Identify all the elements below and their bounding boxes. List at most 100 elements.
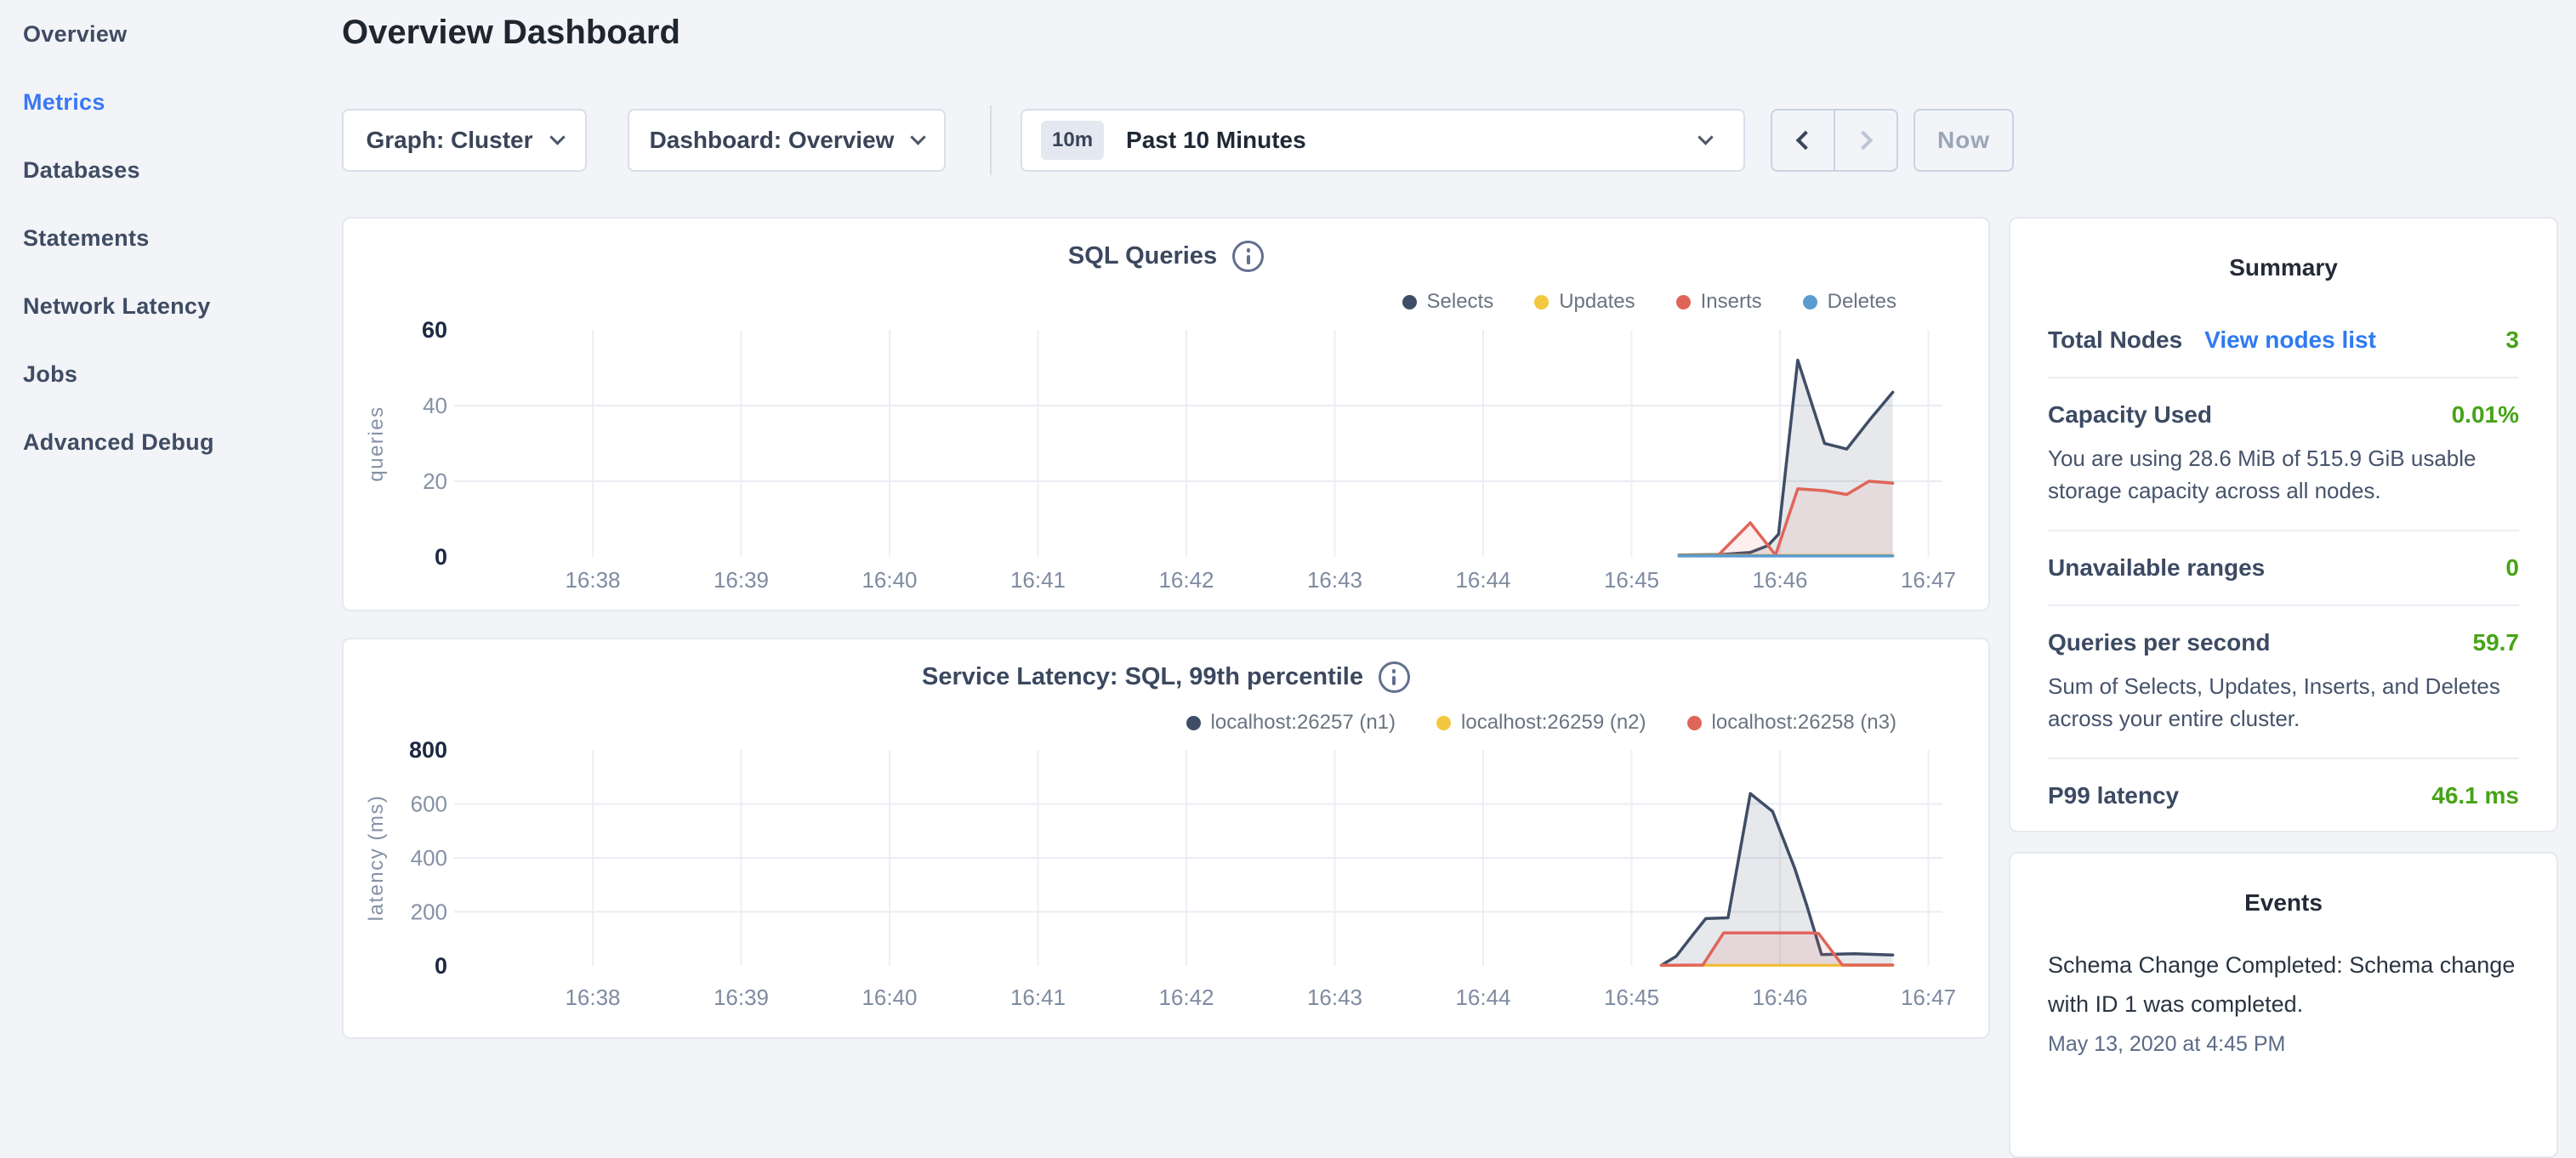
x-axis-tick-label: 16:41	[1010, 567, 1066, 593]
time-range-label: Past 10 Minutes	[1126, 127, 1306, 154]
service-latency-chart-card: Service Latency: SQL, 99th percentile lo…	[342, 638, 1990, 1039]
legend-dot-icon	[1436, 716, 1451, 730]
legend-label: Updates	[1559, 290, 1635, 314]
graph-source-dropdown[interactable]: Graph: Cluster	[342, 109, 587, 172]
legend-label: localhost:26259 (n2)	[1461, 711, 1646, 735]
info-icon[interactable]	[1379, 661, 1410, 693]
summary-description: Sum of Selects, Updates, Inserts, and De…	[2048, 670, 2519, 735]
y-axis-tick-label: 600	[411, 792, 447, 817]
x-axis-tick-label: 16:46	[1752, 567, 1807, 593]
time-step-buttons	[1771, 109, 1898, 172]
legend-item[interactable]: localhost:26257 (n1)	[1186, 711, 1396, 735]
service-latency-plot[interactable]: 16:3816:3916:4016:4116:4216:4316:4416:45…	[344, 740, 1988, 1037]
legend-item[interactable]: localhost:26259 (n2)	[1436, 711, 1646, 735]
y-axis-tick-label: 400	[411, 845, 447, 871]
summary-panel-body: Total Nodes View nodes list 3 Capacity U…	[2010, 304, 2556, 832]
y-axis-tick-label: 20	[423, 468, 447, 494]
time-step-back-button[interactable]	[1772, 111, 1835, 170]
time-range-dropdown[interactable]: 10m Past 10 Minutes	[1021, 109, 1745, 172]
sidebar-item-overview[interactable]: Overview	[0, 0, 336, 68]
info-icon[interactable]	[1232, 241, 1264, 272]
x-axis-tick-label: 16:41	[1010, 985, 1066, 1010]
legend-item[interactable]: Inserts	[1676, 290, 1762, 314]
y-axis-label: latency (ms)	[365, 795, 388, 922]
x-axis-tick-label: 16:42	[1158, 985, 1214, 1010]
y-axis-tick-label: 60	[422, 319, 447, 343]
x-axis-tick-label: 16:38	[565, 567, 620, 593]
summary-label: Queries per second	[2048, 629, 2270, 656]
summary-label: Capacity Used	[2048, 401, 2212, 429]
sidebar-item-network-latency[interactable]: Network Latency	[0, 272, 336, 340]
sidebar-item-jobs[interactable]: Jobs	[0, 340, 336, 408]
chart-title-row: Service Latency: SQL, 99th percentile	[344, 661, 1988, 693]
legend-label: localhost:26258 (n3)	[1712, 711, 1896, 735]
dashboard-dropdown-label: Dashboard: Overview	[650, 127, 895, 154]
event-timestamp: May 13, 2020 at 4:45 PM	[2010, 1032, 2556, 1057]
summary-panel: Summary Total Nodes View nodes list 3 Ca…	[2009, 217, 2558, 832]
chevron-down-icon	[911, 129, 926, 145]
sql-queries-plot[interactable]: 16:3816:3916:4016:4116:4216:4316:4416:45…	[344, 319, 1988, 611]
sql-queries-chart-card: SQL Queries Selects Updates Inserts Deletes…	[342, 217, 1990, 611]
legend-item[interactable]: Selects	[1402, 290, 1494, 314]
x-axis-tick-label: 16:47	[1901, 985, 1956, 1010]
controls-divider	[990, 105, 992, 175]
sidebar-item-metrics[interactable]: Metrics	[0, 68, 336, 136]
x-axis-tick-label: 16:45	[1604, 567, 1659, 593]
legend-label: localhost:26257 (n1)	[1211, 711, 1396, 735]
y-axis-tick-label: 0	[435, 544, 447, 570]
legend-item[interactable]: Deletes	[1803, 290, 1896, 314]
x-axis-tick-label: 16:45	[1604, 985, 1659, 1010]
chevron-left-icon	[1796, 131, 1816, 150]
view-nodes-list-link[interactable]: View nodes list	[2204, 326, 2376, 354]
summary-value: 0	[2505, 554, 2519, 582]
legend-dot-icon	[1803, 295, 1817, 309]
summary-value: 3	[2505, 326, 2519, 354]
y-axis-label: queries	[365, 406, 388, 481]
events-panel: Events Schema Change Completed: Schema c…	[2009, 852, 2558, 1158]
chart-svg: 16:3816:3916:4016:4116:4216:4316:4416:45…	[344, 740, 1988, 1037]
legend-item[interactable]: Updates	[1534, 290, 1635, 314]
x-axis-tick-label: 16:47	[1901, 567, 1956, 593]
dashboard-dropdown[interactable]: Dashboard: Overview	[628, 109, 946, 172]
y-axis-tick-label: 40	[423, 393, 447, 418]
summary-label: Total Nodes	[2048, 326, 2182, 354]
sidebar-item-databases[interactable]: Databases	[0, 136, 336, 204]
x-axis-tick-label: 16:39	[714, 985, 769, 1010]
event-message[interactable]: Schema Change Completed: Schema change w…	[2010, 945, 2556, 1024]
x-axis-tick-label: 16:40	[862, 567, 917, 593]
summary-row-p99-latency: P99 latency 46.1 ms	[2048, 759, 2519, 832]
sidebar: Overview Metrics Databases Statements Ne…	[0, 0, 336, 476]
chevron-down-icon	[1697, 129, 1713, 145]
y-axis-tick-label: 0	[435, 953, 447, 979]
chevron-down-icon	[549, 129, 565, 145]
chart-title-row: SQL Queries	[344, 241, 1988, 272]
x-axis-tick-label: 16:43	[1307, 985, 1362, 1010]
time-range-badge: 10m	[1041, 121, 1104, 160]
summary-row-unavailable-ranges: Unavailable ranges 0	[2048, 531, 2519, 606]
x-axis-tick-label: 16:38	[565, 985, 620, 1010]
legend-dot-icon	[1534, 295, 1549, 309]
chart-legend: Selects Updates Inserts Deletes	[1402, 290, 1897, 314]
x-axis-tick-label: 16:43	[1307, 567, 1362, 593]
sidebar-item-advanced-debug[interactable]: Advanced Debug	[0, 408, 336, 476]
chart-svg: 16:3816:3916:4016:4116:4216:4316:4416:45…	[344, 319, 1988, 611]
page-title: Overview Dashboard	[342, 14, 680, 52]
chart-legend: localhost:26257 (n1) localhost:26259 (n2)…	[1186, 711, 1896, 735]
summary-row-queries-per-second: Queries per second 59.7 Sum of Selects, …	[2048, 606, 2519, 759]
summary-value: 46.1 ms	[2431, 782, 2519, 809]
summary-value: 59.7	[2473, 629, 2520, 656]
now-button[interactable]: Now	[1914, 109, 2014, 172]
legend-dot-icon	[1186, 716, 1201, 730]
time-step-forward-button[interactable]	[1835, 111, 1896, 170]
legend-item[interactable]: localhost:26258 (n3)	[1687, 711, 1896, 735]
summary-label: Unavailable ranges	[2048, 554, 2265, 582]
x-axis-tick-label: 16:44	[1455, 567, 1510, 593]
x-axis-tick-label: 16:40	[862, 985, 917, 1010]
legend-label: Selects	[1427, 290, 1494, 314]
summary-label: P99 latency	[2048, 782, 2179, 809]
x-axis-tick-label: 16:46	[1752, 985, 1807, 1010]
sidebar-item-statements[interactable]: Statements	[0, 204, 336, 272]
legend-dot-icon	[1676, 295, 1691, 309]
chart-title: Service Latency: SQL, 99th percentile	[922, 663, 1363, 691]
summary-row-capacity-used: Capacity Used 0.01% You are using 28.6 M…	[2048, 378, 2519, 531]
